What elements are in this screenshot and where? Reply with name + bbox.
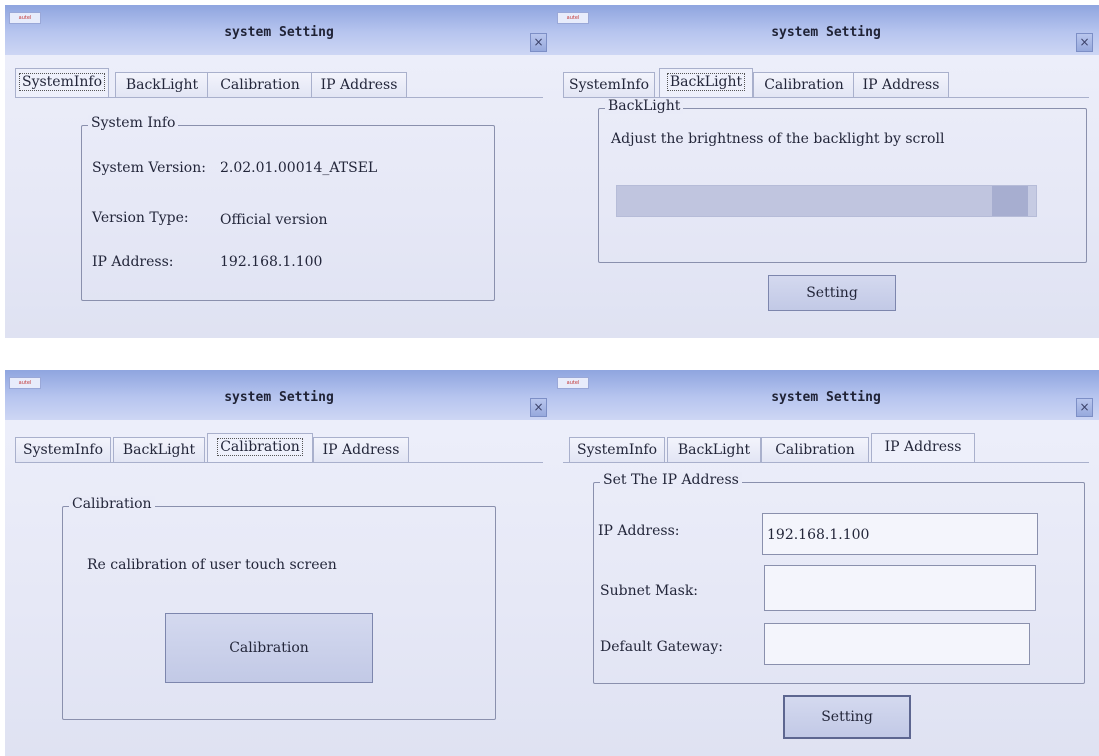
default-gateway-label: Default Gateway: — [600, 639, 724, 655]
screenshot-backlight: autel system Setting × SystemInfo BackLi… — [553, 5, 1099, 338]
backlight-description: Adjust the brightness of the backlight b… — [611, 131, 945, 147]
tab-divider — [15, 462, 543, 463]
group-title: Calibration — [69, 496, 155, 512]
tab-ip-address[interactable]: IP Address — [853, 72, 949, 97]
tab-bar: SystemInfo BackLight Calibration IP Addr… — [563, 68, 1089, 98]
window-title: system Setting — [771, 25, 881, 40]
tab-calibration[interactable]: Calibration — [753, 72, 855, 97]
settings-window: autel system Setting × SystemInfo BackLi… — [553, 370, 1099, 756]
tab-calibration[interactable]: Calibration — [207, 72, 313, 97]
tab-label: BackLight — [666, 73, 746, 91]
close-button[interactable]: × — [1076, 33, 1093, 52]
system-info-group: System Info System Version: 2.02.01.0001… — [81, 115, 495, 301]
tab-backlight[interactable]: BackLight — [113, 437, 205, 462]
settings-window: autel system Setting × SystemInfo BackLi… — [5, 5, 553, 338]
tab-label: SystemInfo — [18, 73, 106, 91]
title-bar: autel system Setting × — [553, 370, 1099, 420]
tab-bar: SystemInfo BackLight Calibration IP Addr… — [15, 433, 543, 463]
window-title: system Setting — [224, 25, 334, 40]
app-logo: autel — [557, 377, 589, 389]
settings-window: autel system Setting × SystemInfo BackLi… — [5, 370, 553, 756]
slider-thumb[interactable] — [992, 186, 1028, 216]
app-logo: autel — [557, 12, 589, 24]
tab-ip-address[interactable]: IP Address — [313, 437, 409, 462]
settings-window: autel system Setting × SystemInfo BackLi… — [553, 5, 1099, 338]
app-logo: autel — [9, 377, 41, 389]
calibration-description: Re calibration of user touch screen — [87, 557, 337, 573]
ip-address-group: Set The IP Address IP Address: 192.168.1… — [593, 472, 1085, 684]
close-button[interactable]: × — [530, 33, 547, 52]
ip-address-input[interactable]: 192.168.1.100 — [762, 513, 1038, 555]
title-bar: autel system Setting × — [553, 5, 1099, 55]
calibration-button[interactable]: Calibration — [165, 613, 373, 683]
tab-backlight[interactable]: BackLight — [115, 72, 209, 97]
tab-bar: SystemInfo BackLight Calibration IP Addr… — [563, 433, 1089, 463]
setting-button[interactable]: Setting — [768, 275, 896, 311]
tab-systeminfo[interactable]: SystemInfo — [15, 437, 111, 462]
tab-systeminfo[interactable]: SystemInfo — [15, 68, 109, 97]
tab-systeminfo[interactable]: SystemInfo — [563, 72, 655, 97]
tab-backlight[interactable]: BackLight — [659, 68, 753, 97]
title-bar: autel system Setting × — [5, 370, 553, 420]
tab-ip-address[interactable]: IP Address — [871, 433, 975, 462]
tab-backlight[interactable]: BackLight — [667, 437, 761, 462]
window-title: system Setting — [224, 390, 334, 405]
version-type-label: Version Type: — [92, 210, 189, 226]
default-gateway-input[interactable] — [764, 623, 1030, 665]
system-version-value: 2.02.01.00014_ATSEL — [220, 160, 378, 176]
close-button[interactable]: × — [530, 398, 547, 417]
group-title: BackLight — [605, 98, 684, 114]
tab-label: Calibration — [217, 438, 303, 456]
screenshot-calibration: autel system Setting × SystemInfo BackLi… — [5, 370, 553, 756]
ip-address-label: IP Address: — [92, 254, 174, 270]
tab-bar: SystemInfo BackLight Calibration IP Addr… — [15, 68, 543, 98]
screenshot-ip-address: autel system Setting × SystemInfo BackLi… — [553, 370, 1099, 756]
subnet-mask-input[interactable] — [764, 565, 1036, 611]
brightness-slider[interactable] — [616, 185, 1037, 217]
tab-systeminfo[interactable]: SystemInfo — [569, 437, 665, 462]
system-version-label: System Version: — [92, 160, 206, 176]
close-button[interactable]: × — [1076, 398, 1093, 417]
subnet-mask-label: Subnet Mask: — [600, 583, 699, 599]
tab-divider — [563, 462, 1089, 463]
setting-button[interactable]: Setting — [783, 695, 911, 739]
version-type-value: Official version — [220, 212, 328, 228]
app-logo: autel — [9, 12, 41, 24]
tab-divider — [15, 97, 543, 98]
group-title: System Info — [88, 115, 179, 131]
tab-calibration[interactable]: Calibration — [761, 437, 869, 462]
ip-address-label: IP Address: — [598, 523, 680, 539]
tab-ip-address[interactable]: IP Address — [311, 72, 407, 97]
backlight-group: BackLight Adjust the brightness of the b… — [598, 98, 1087, 263]
calibration-group: Calibration Re calibration of user touch… — [62, 496, 496, 720]
tab-calibration[interactable]: Calibration — [207, 433, 313, 462]
ip-address-value: 192.168.1.100 — [220, 254, 323, 270]
group-title: Set The IP Address — [600, 472, 742, 488]
slider-fill — [617, 186, 992, 216]
screenshot-systeminfo: autel system Setting × SystemInfo BackLi… — [5, 5, 553, 338]
title-bar: autel system Setting × — [5, 5, 553, 55]
window-title: system Setting — [771, 390, 881, 405]
